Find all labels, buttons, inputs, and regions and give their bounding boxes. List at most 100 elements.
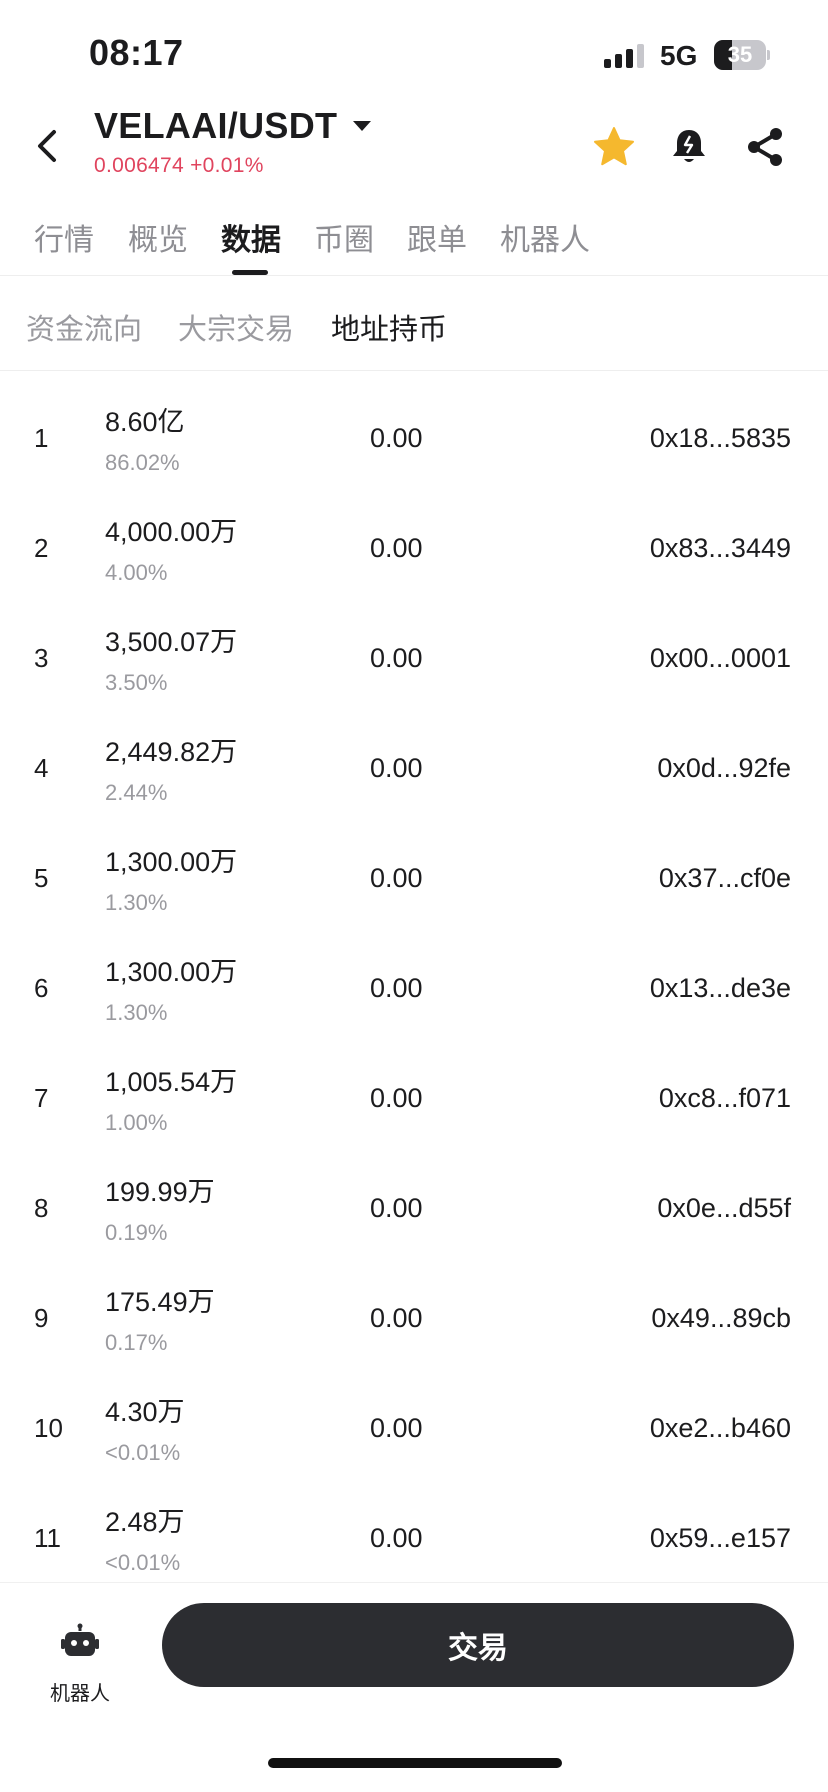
- holder-row[interactable]: 9 175.49万 0.17% 0.00 0x49...89cb: [0, 1252, 828, 1362]
- holder-change: 0.00: [370, 863, 423, 893]
- favorite-button[interactable]: [591, 124, 637, 170]
- holder-address: 0x83...3449: [649, 533, 791, 563]
- holder-percent: 2.44%: [105, 780, 168, 805]
- holder-percent: 0.17%: [105, 1330, 168, 1355]
- holder-row[interactable]: 2 4,000.00万 4.00% 0.00 0x83...3449: [0, 482, 828, 592]
- holder-address: 0x0e...d55f: [657, 1193, 791, 1223]
- holder-amount: 4.30万: [105, 1397, 185, 1427]
- battery-icon: 35: [714, 40, 770, 70]
- bell-icon: [673, 130, 705, 162]
- signal-icon: [604, 42, 646, 68]
- holder-percent: <0.01%: [105, 1550, 181, 1575]
- holder-row[interactable]: 8 199.99万 0.19% 0.00 0x0e...d55f: [0, 1142, 828, 1252]
- holder-address: 0xc8...f071: [658, 1083, 791, 1113]
- holder-amount: 1,300.00万: [105, 957, 238, 987]
- holder-change: 0.00: [370, 1083, 423, 1113]
- holder-change: 0.00: [370, 753, 423, 783]
- holder-amount: 2,449.82万: [105, 737, 238, 767]
- holder-change: 0.00: [370, 423, 423, 453]
- holder-rank: 8: [34, 1193, 49, 1223]
- tab-bots[interactable]: 机器人: [500, 215, 590, 259]
- share-icon: [748, 128, 782, 166]
- tab-overview[interactable]: 概览: [128, 215, 188, 259]
- tab-data[interactable]: 数据: [221, 215, 281, 259]
- holder-change: 0.00: [370, 643, 423, 673]
- holder-address: 0x13...de3e: [649, 973, 791, 1003]
- holder-change: 0.00: [370, 533, 423, 563]
- back-arrow-icon: [38, 130, 56, 162]
- star-icon: [594, 127, 634, 166]
- robot-label: 机器人: [50, 1683, 110, 1705]
- holder-amount: 4,000.00万: [105, 517, 238, 547]
- holder-amount: 1,300.00万: [105, 847, 238, 877]
- network-type: 5G: [660, 40, 698, 71]
- holder-percent: <0.01%: [105, 1440, 181, 1465]
- holder-address: 0x18...5835: [649, 423, 791, 453]
- pair-title: VELAAI/USDT: [94, 105, 338, 146]
- subtab-address-holdings[interactable]: 地址持币: [331, 306, 447, 348]
- holder-percent: 3.50%: [105, 670, 168, 695]
- holder-rank: 3: [34, 643, 49, 673]
- tab-community[interactable]: 币圈: [314, 215, 374, 259]
- holder-amount: 175.49万: [105, 1287, 215, 1317]
- holder-rank: 1: [34, 423, 49, 453]
- holder-percent: 4.00%: [105, 560, 168, 585]
- robot-icon: [61, 1623, 99, 1656]
- holder-change: 0.00: [370, 973, 423, 1003]
- holder-row[interactable]: 11 2.48万 <0.01% 0.00 0x59...e157: [0, 1472, 828, 1582]
- holder-rank: 5: [34, 863, 49, 893]
- holder-percent: 1.30%: [105, 890, 168, 915]
- holder-address: 0x59...e157: [649, 1523, 791, 1553]
- subtab-block-trades[interactable]: 大宗交易: [178, 306, 294, 348]
- status-time: 08:17: [89, 32, 184, 73]
- tab-market[interactable]: 行情: [34, 215, 94, 259]
- alert-button[interactable]: [666, 124, 712, 170]
- divider: [0, 275, 828, 276]
- subtab-fund-flow[interactable]: 资金流向: [26, 306, 142, 348]
- holder-address: 0xe2...b460: [649, 1413, 791, 1443]
- holder-row[interactable]: 6 1,300.00万 1.30% 0.00 0x13...de3e: [0, 922, 828, 1032]
- holder-rank: 6: [34, 973, 49, 1003]
- back-button[interactable]: [30, 124, 66, 168]
- holder-rank: 11: [34, 1523, 61, 1553]
- home-indicator[interactable]: [268, 1758, 562, 1768]
- holder-amount: 1,005.54万: [105, 1067, 238, 1097]
- holder-row[interactable]: 10 4.30万 <0.01% 0.00 0xe2...b460: [0, 1362, 828, 1472]
- tab-copy-trading[interactable]: 跟单: [407, 215, 467, 259]
- robot-button[interactable]: 机器人: [40, 1605, 120, 1705]
- holder-change: 0.00: [370, 1303, 423, 1333]
- divider: [0, 370, 828, 371]
- holder-rank: 4: [34, 753, 49, 783]
- pair-selector[interactable]: VELAAI/USDT: [94, 104, 372, 148]
- holder-row[interactable]: 7 1,005.54万 1.00% 0.00 0xc8...f071: [0, 1032, 828, 1142]
- price-change: 0.006474 +0.01%: [94, 154, 264, 177]
- holder-change: 0.00: [370, 1413, 423, 1443]
- holder-rank: 9: [34, 1303, 49, 1333]
- holder-amount: 199.99万: [105, 1177, 215, 1207]
- holder-rank: 10: [34, 1413, 63, 1443]
- holder-amount: 3,500.07万: [105, 627, 238, 657]
- holder-row[interactable]: 5 1,300.00万 1.30% 0.00 0x37...cf0e: [0, 812, 828, 922]
- holders-list: 1 8.60亿 86.02% 0.00 0x18...5835 2 4,000.00万 4.0…: [0, 372, 828, 1582]
- trade-button[interactable]: 交易: [162, 1603, 794, 1687]
- holder-percent: 1.30%: [105, 1000, 168, 1025]
- holder-amount: 8.60亿: [105, 407, 185, 437]
- holder-address: 0x49...89cb: [651, 1303, 791, 1333]
- holder-row[interactable]: 1 8.60亿 86.02% 0.00 0x18...5835: [0, 372, 828, 482]
- holder-address: 0x37...cf0e: [658, 863, 791, 893]
- holder-amount: 2.48万: [105, 1507, 185, 1537]
- battery-level: 35: [727, 42, 753, 67]
- share-button[interactable]: [742, 124, 788, 170]
- holder-address: 0x0d...92fe: [657, 753, 791, 783]
- holder-row[interactable]: 3 3,500.07万 3.50% 0.00 0x00...0001: [0, 592, 828, 702]
- holder-rank: 7: [34, 1083, 49, 1113]
- holder-row[interactable]: 4 2,449.82万 2.44% 0.00 0x0d...92fe: [0, 702, 828, 812]
- holder-change: 0.00: [370, 1523, 423, 1553]
- dropdown-caret-icon: [353, 121, 372, 131]
- holder-rank: 2: [34, 533, 49, 563]
- holder-change: 0.00: [370, 1193, 423, 1223]
- holder-percent: 86.02%: [105, 450, 180, 475]
- holder-percent: 0.19%: [105, 1220, 168, 1245]
- holder-address: 0x00...0001: [649, 643, 791, 673]
- screen: 08:17 5G 35 VELAAI/USDT 0.006474 +0.01%: [0, 0, 828, 1792]
